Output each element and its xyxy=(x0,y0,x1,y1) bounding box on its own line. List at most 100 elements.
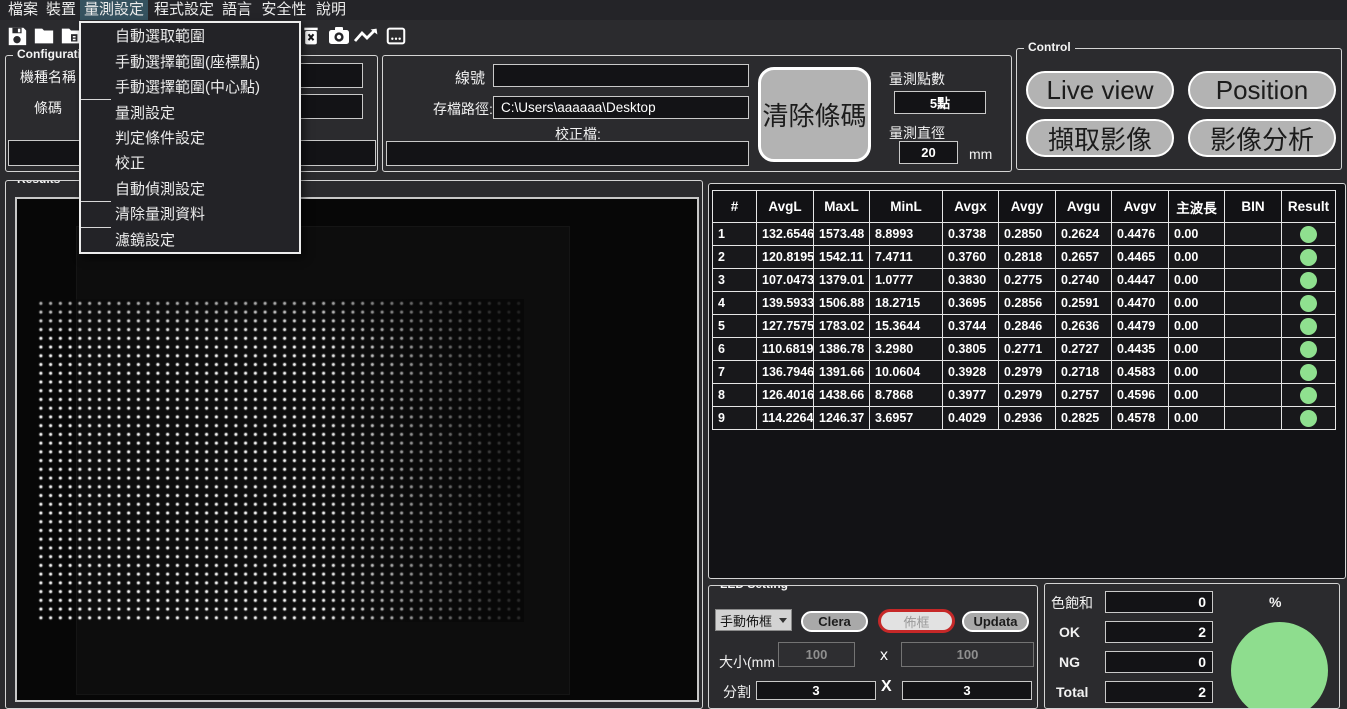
save-path-input[interactable]: C:\Users\aaaaaa\Desktop xyxy=(493,96,749,119)
split-label: 分割 xyxy=(723,682,751,702)
menubar-item-file[interactable]: 檔案 xyxy=(4,0,42,20)
line-number-input[interactable] xyxy=(493,64,749,87)
table-row[interactable]: 8126.40161438.668.78680.39770.29790.2757… xyxy=(713,384,1336,407)
table-cell-avgy: 0.2846 xyxy=(999,315,1056,338)
frame-layout-button[interactable]: 佈框 xyxy=(878,609,955,633)
table-row[interactable]: 3107.04731379.011.07770.38300.27750.2740… xyxy=(713,269,1336,292)
table-cell-avgy: 0.2856 xyxy=(999,292,1056,315)
table-row[interactable]: 6110.68191386.783.29800.38050.27710.2727… xyxy=(713,338,1336,361)
led-dot-fade xyxy=(36,299,524,622)
capture-image-button[interactable]: 擷取影像 xyxy=(1026,119,1174,157)
table-cell-result xyxy=(1282,361,1336,384)
menu-separator xyxy=(81,227,111,228)
table-cell-n: 1 xyxy=(713,223,757,246)
menu-item-auto-detect-settings[interactable]: 自動偵測設定 xyxy=(81,176,299,201)
menu-item-filter-settings[interactable]: 濾鏡設定 xyxy=(81,227,299,252)
table-cell-wave: 0.00 xyxy=(1169,361,1225,384)
measure-diameter-label: 量測直徑 xyxy=(889,123,945,143)
result-status-dot xyxy=(1300,364,1317,381)
calibration-file-input[interactable] xyxy=(386,141,749,166)
measure-points-input[interactable]: 5點 xyxy=(894,91,986,114)
table-body: 1132.65461573.488.89930.37380.28500.2624… xyxy=(713,223,1336,430)
table-cell-n: 4 xyxy=(713,292,757,315)
table-row[interactable]: 5127.75751783.0215.36440.37440.28460.263… xyxy=(713,315,1336,338)
table-cell-bin xyxy=(1225,292,1282,315)
table-cell-wave: 0.00 xyxy=(1169,338,1225,361)
main-window: 檔案裝置量測設定程式設定語言安全性說明 Configuration 機種名稱 條… xyxy=(0,0,1347,709)
size-x-input[interactable]: 100 xyxy=(778,642,855,667)
clear-image-icon[interactable] xyxy=(298,23,324,49)
table-header-cell: Result xyxy=(1282,191,1336,223)
table-header-cell: Avgv xyxy=(1112,191,1169,223)
menubar-item-help[interactable]: 說明 xyxy=(312,0,350,20)
menu-item-manual-select-range-center[interactable]: 手動選擇範圍(中心點) xyxy=(81,74,299,99)
menubar-item-program-settings[interactable]: 程式設定 xyxy=(150,0,218,20)
clear-button[interactable]: Clera xyxy=(801,611,868,632)
table-row[interactable]: 4139.59331506.8818.27150.36950.28560.259… xyxy=(713,292,1336,315)
menu-item-measure-settings[interactable]: 量測設定 xyxy=(81,99,299,124)
camera-image-view[interactable] xyxy=(15,197,699,702)
table-cell-bin xyxy=(1225,269,1282,292)
trend-chart-icon[interactable] xyxy=(353,23,379,49)
led-setting-group-title: LED Setting xyxy=(716,585,792,591)
table-cell-n: 8 xyxy=(713,384,757,407)
menubar-item-measure-settings[interactable]: 量測設定 xyxy=(80,0,148,20)
camera-icon[interactable] xyxy=(326,23,352,49)
layout-mode-select[interactable]: 手動佈框 xyxy=(715,609,792,631)
table-cell-n: 6 xyxy=(713,338,757,361)
table-cell-wave: 0.00 xyxy=(1169,269,1225,292)
split-x-input[interactable]: 3 xyxy=(756,681,876,700)
table-row[interactable]: 1132.65461573.488.89930.37380.28500.2624… xyxy=(713,223,1336,246)
table-cell-maxl: 1379.01 xyxy=(814,269,870,292)
ng-count-input[interactable]: 0 xyxy=(1105,651,1213,673)
size-y-input[interactable]: 100 xyxy=(901,642,1034,667)
table-row[interactable]: 9114.22641246.373.69570.40290.29360.2825… xyxy=(713,407,1336,430)
measure-points-label: 量測點數 xyxy=(889,69,945,89)
clear-barcode-button[interactable]: 清除條碼 xyxy=(758,67,871,162)
menu-item-judge-condition-settings[interactable]: 判定條件設定 xyxy=(81,125,299,150)
table-cell-maxl: 1542.11 xyxy=(814,246,870,269)
total-count-input[interactable]: 2 xyxy=(1105,681,1213,703)
saturation-input[interactable]: 0 xyxy=(1105,591,1213,613)
live-view-button[interactable]: Live view xyxy=(1026,71,1174,109)
table-cell-avgy: 0.2979 xyxy=(999,361,1056,384)
table-row[interactable]: 7136.79461391.6610.06040.39280.29790.271… xyxy=(713,361,1336,384)
control-group: Control Live viewPosition擷取影像影像分析 xyxy=(1016,48,1342,170)
saturation-label: 色飽和 xyxy=(1051,593,1093,613)
menu-item-calibration[interactable]: 校正 xyxy=(81,150,299,175)
table-cell-minl: 8.7868 xyxy=(870,384,943,407)
update-button[interactable]: Updata xyxy=(962,611,1029,632)
table-cell-result xyxy=(1282,315,1336,338)
ok-count-input[interactable]: 2 xyxy=(1105,621,1213,643)
measure-settings-menu: 自動選取範圍手動選擇範圍(座標點)手動選擇範圍(中心點)量測設定判定條件設定校正… xyxy=(79,21,301,254)
table-cell-avgu: 0.2825 xyxy=(1056,407,1112,430)
table-cell-bin xyxy=(1225,361,1282,384)
open-folder-icon[interactable] xyxy=(31,23,57,49)
menubar-item-security[interactable]: 安全性 xyxy=(258,0,310,20)
table-row[interactable]: 2120.81951542.117.47110.37600.28180.2657… xyxy=(713,246,1336,269)
menubar-item-language[interactable]: 語言 xyxy=(218,0,256,20)
measure-diameter-input[interactable]: 20 xyxy=(899,141,958,164)
split-y-input[interactable]: 3 xyxy=(902,681,1032,700)
table-cell-avgv: 0.4476 xyxy=(1112,223,1169,246)
table-cell-avgl: 110.6819 xyxy=(757,338,814,361)
table-cell-result xyxy=(1282,384,1336,407)
table-cell-avgx: 0.4029 xyxy=(943,407,999,430)
led-setting-group: LED Setting 手動佈框 Clera 佈框 Updata 大小(mm 1… xyxy=(708,585,1038,709)
menu-item-clear-measure-data[interactable]: 清除量測資料 xyxy=(81,201,299,226)
table-cell-avgl: 132.6546 xyxy=(757,223,814,246)
position-button[interactable]: Position xyxy=(1188,71,1336,109)
table-cell-wave: 0.00 xyxy=(1169,315,1225,338)
menu-item-manual-select-range-coord[interactable]: 手動選擇範圍(座標點) xyxy=(81,48,299,73)
table-cell-n: 7 xyxy=(713,361,757,384)
save-icon[interactable] xyxy=(4,23,30,49)
image-analysis-button[interactable]: 影像分析 xyxy=(1188,119,1336,157)
ng-label: NG xyxy=(1059,654,1080,670)
menu-item-auto-select-range[interactable]: 自動選取範圍 xyxy=(81,23,299,48)
table-cell-avgv: 0.4578 xyxy=(1112,407,1169,430)
menubar-item-device[interactable]: 裝置 xyxy=(42,0,80,20)
table-cell-result xyxy=(1282,338,1336,361)
window-icon[interactable] xyxy=(383,23,409,49)
table-cell-avgv: 0.4435 xyxy=(1112,338,1169,361)
layout-mode-value: 手動佈框 xyxy=(716,611,776,630)
